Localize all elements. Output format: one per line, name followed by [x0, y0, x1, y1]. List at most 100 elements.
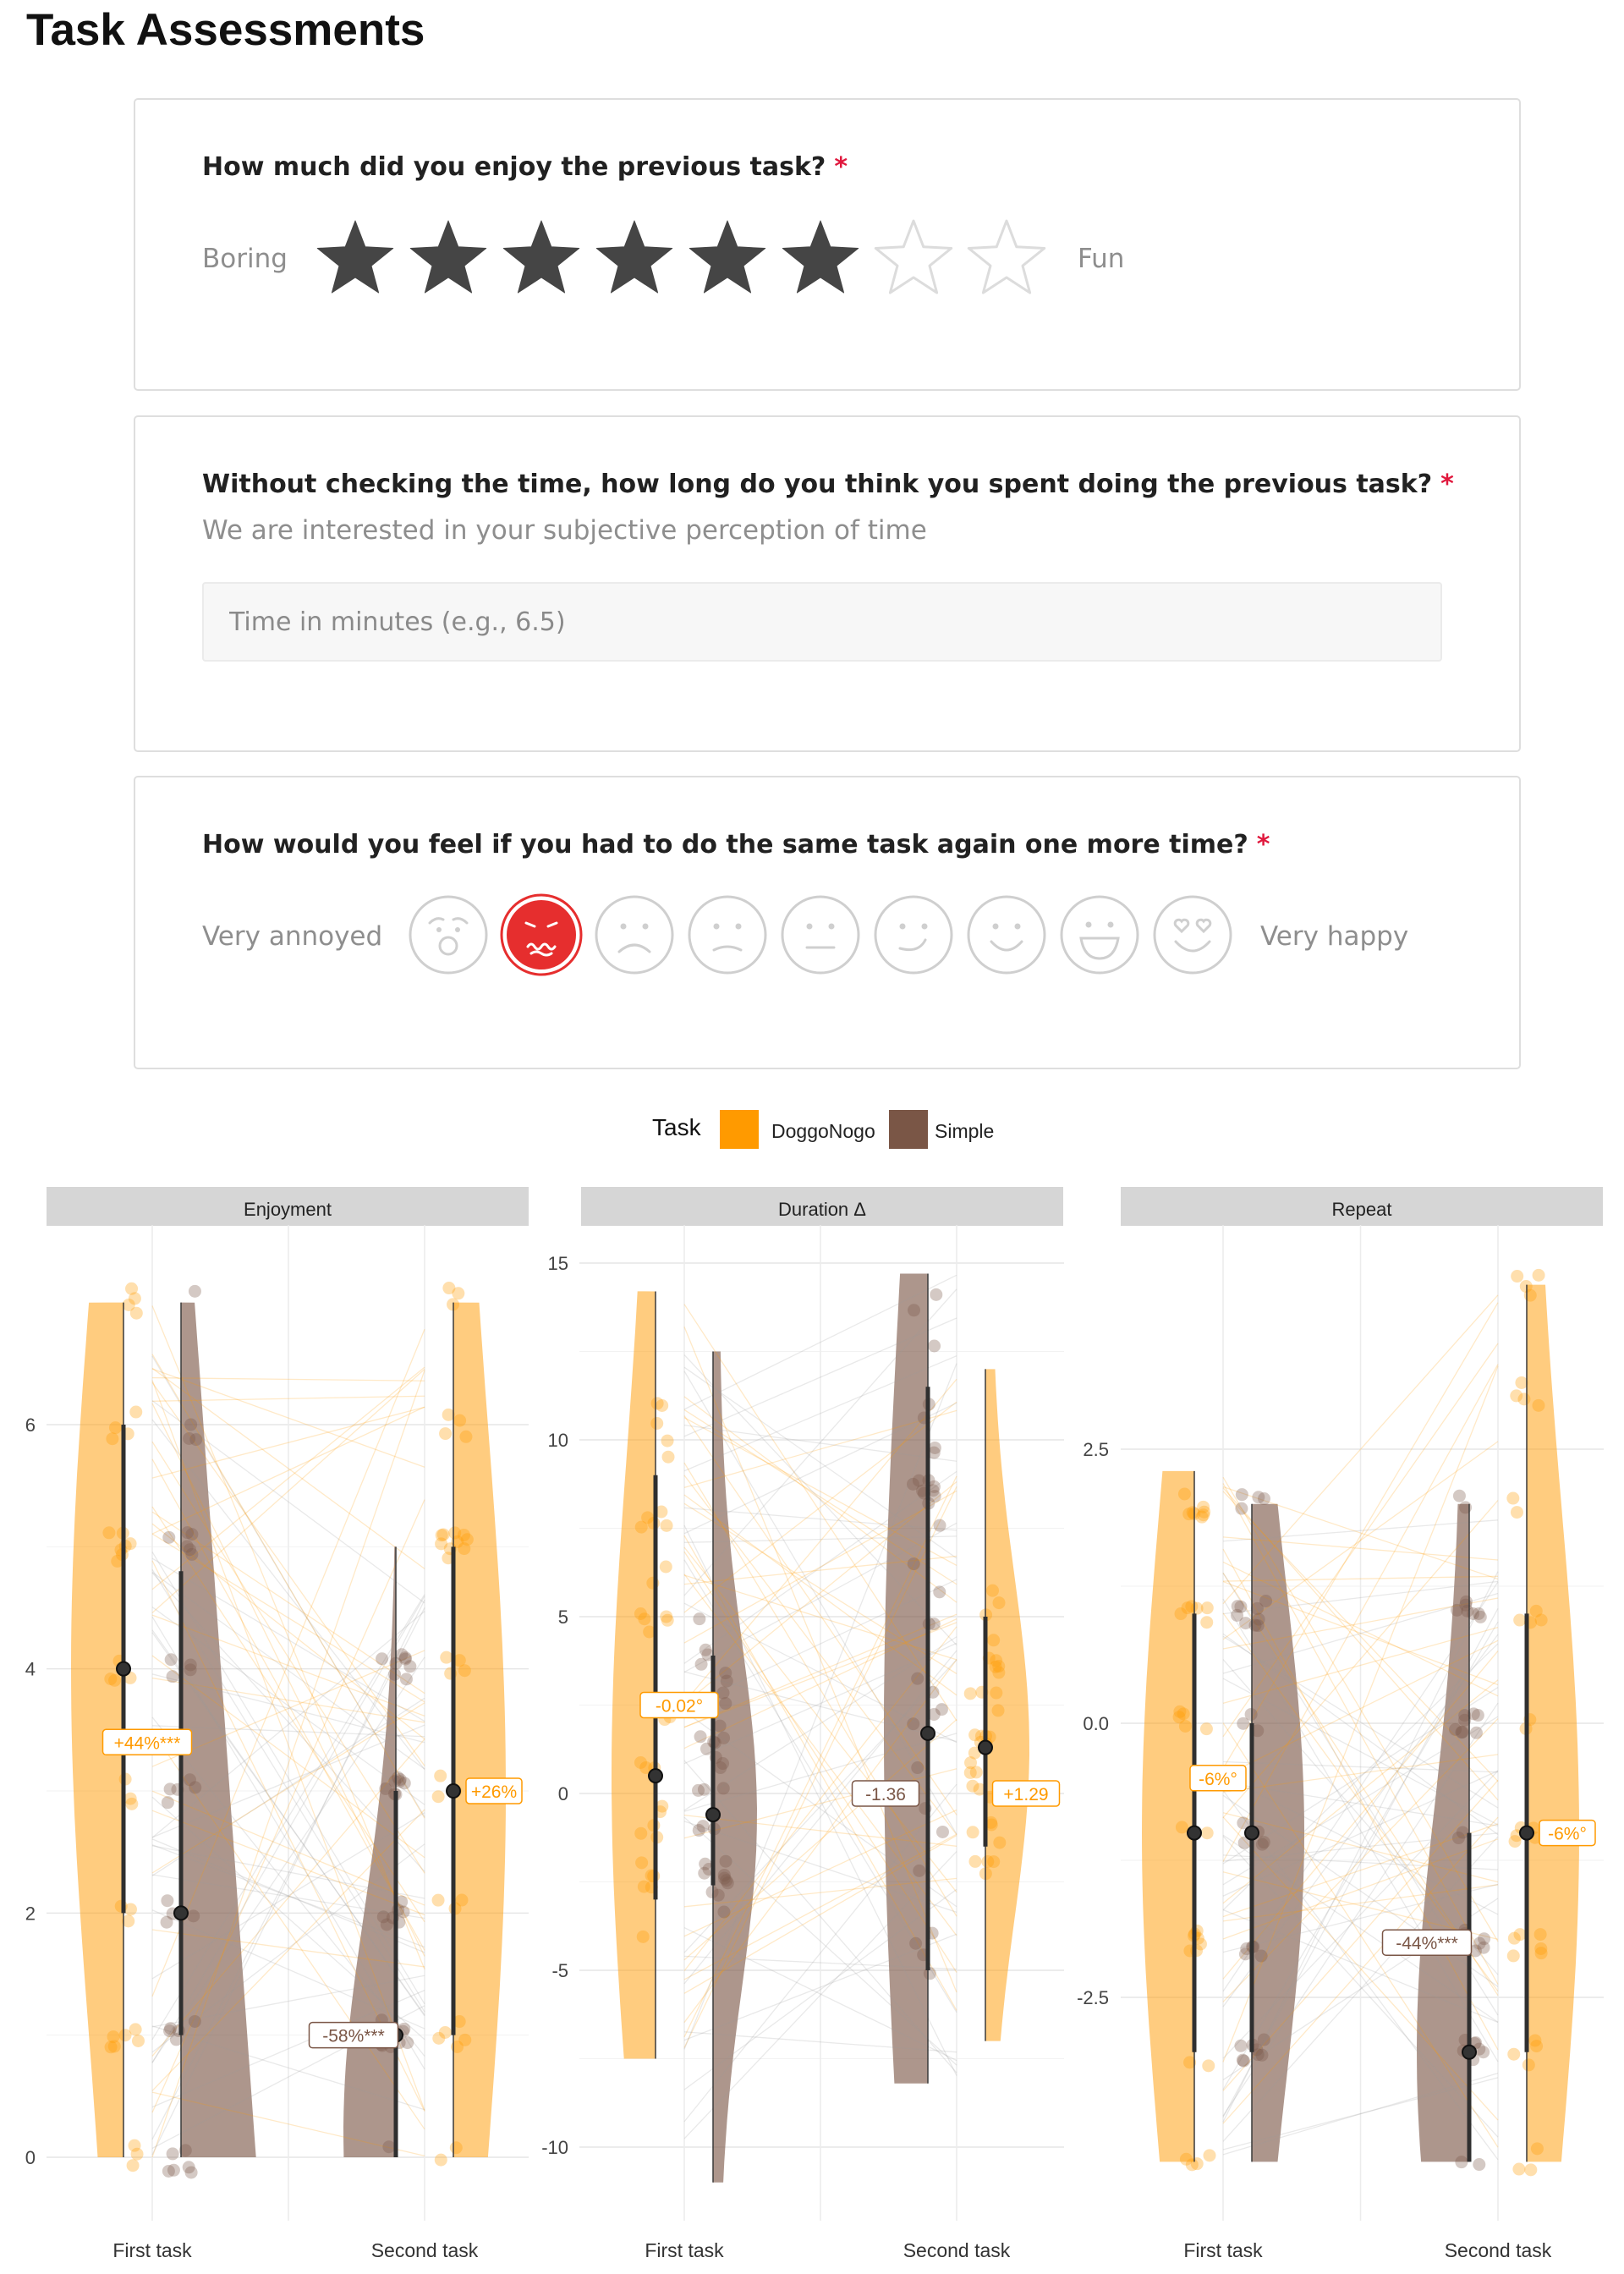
data-point — [1473, 2158, 1486, 2172]
star-filled-icon[interactable] — [409, 220, 487, 294]
repeat-right-label: Very happy — [1260, 921, 1409, 952]
data-point — [1257, 2033, 1270, 2046]
data-point — [449, 2141, 463, 2155]
shocked-face-icon[interactable] — [409, 895, 488, 975]
data-point — [661, 1434, 674, 1447]
data-point — [431, 1790, 445, 1804]
star-empty-icon[interactable] — [967, 219, 1046, 294]
data-point — [104, 1673, 118, 1686]
median-point — [116, 1661, 131, 1677]
duration-description: We are interested in your subjective per… — [202, 515, 927, 546]
data-point — [439, 1427, 453, 1441]
data-point — [935, 1825, 949, 1838]
data-point — [131, 2034, 145, 2047]
data-point — [1235, 1488, 1248, 1502]
data-point — [1175, 1821, 1188, 1834]
y-tick-label: 4 — [25, 1659, 36, 1680]
required-mark: * — [1256, 830, 1270, 860]
star-filled-icon[interactable] — [689, 220, 766, 294]
legend-swatch-simple — [889, 1110, 928, 1149]
star-filled-icon[interactable] — [502, 220, 580, 294]
data-point — [162, 2164, 175, 2178]
data-point — [448, 1526, 462, 1540]
data-point — [1473, 1610, 1487, 1623]
y-tick-label: 2.5 — [1083, 1439, 1109, 1460]
enjoyment-question-card: How much did you enjoy the previous task… — [134, 98, 1521, 391]
distressed-face-icon[interactable] — [500, 893, 583, 976]
data-point — [714, 1761, 727, 1775]
median-point — [705, 1807, 721, 1823]
data-point — [1473, 1936, 1486, 1950]
panel-duration: Duration Δ 15 10 5 0 -5 -10 First task Second ta… — [541, 1187, 1064, 2261]
annotation-text: +1.29 — [1003, 1785, 1048, 1804]
chart-legend: Task DoggoNogo Simple — [652, 1110, 994, 1149]
data-point — [1199, 1722, 1213, 1736]
data-point — [434, 1769, 447, 1782]
annotation-text: -6%° — [1199, 1770, 1237, 1789]
data-point — [1258, 1492, 1271, 1506]
data-point — [403, 1660, 417, 1673]
data-point — [659, 1560, 672, 1574]
annotation-label: -6%° — [1189, 1765, 1247, 1792]
data-point — [1185, 1600, 1199, 1613]
smirk-face-icon[interactable] — [874, 895, 953, 975]
median-point — [1462, 2044, 1477, 2060]
smile-face-icon[interactable] — [967, 895, 1046, 975]
data-point — [126, 2159, 140, 2172]
time-minutes-input[interactable] — [202, 582, 1442, 662]
data-point — [164, 1653, 178, 1667]
data-point — [1251, 1619, 1265, 1633]
data-point — [696, 1820, 710, 1833]
median-point — [1244, 1825, 1259, 1841]
page-title: Task Assessments — [26, 5, 425, 55]
data-point — [656, 1799, 669, 1813]
y-tick-label: -10 — [541, 2137, 568, 2158]
sad-face-icon[interactable] — [595, 895, 674, 975]
violin-doggonogo-second — [985, 1369, 1029, 2041]
data-point — [440, 1651, 453, 1664]
median-point — [920, 1725, 935, 1741]
data-point — [455, 1893, 469, 1907]
data-point — [1195, 1510, 1209, 1524]
data-point — [118, 2029, 132, 2042]
data-point — [933, 1585, 946, 1599]
data-point — [130, 2147, 144, 2161]
data-point — [1506, 1949, 1520, 1963]
star-empty-icon[interactable] — [874, 219, 953, 294]
star-filled-icon[interactable] — [782, 220, 859, 294]
data-point — [719, 1697, 732, 1711]
data-point — [930, 1288, 943, 1301]
data-point — [1452, 1489, 1466, 1502]
annotation-label: +44%*** — [102, 1728, 193, 1756]
data-point — [1510, 1506, 1523, 1519]
data-point — [189, 1781, 202, 1794]
star-filled-icon[interactable] — [316, 220, 394, 294]
data-point — [1469, 1726, 1483, 1739]
y-tick-label: 2 — [25, 1903, 36, 1924]
grin-face-icon[interactable] — [1060, 895, 1139, 975]
data-point — [909, 1936, 923, 1950]
love-face-icon[interactable] — [1153, 895, 1232, 975]
data-point — [1254, 1949, 1268, 1963]
data-point — [1179, 2152, 1193, 2166]
face-rating[interactable] — [406, 893, 1243, 977]
enjoyment-question: How much did you enjoy the previous task… — [202, 152, 848, 182]
data-point — [913, 1864, 926, 1877]
data-point — [992, 1596, 1006, 1610]
data-point — [907, 1557, 920, 1571]
data-point — [172, 2024, 185, 2038]
repeat-left-label: Very annoyed — [202, 921, 383, 952]
data-point — [717, 1905, 731, 1919]
data-point — [108, 1421, 122, 1435]
data-point — [693, 1612, 706, 1626]
neutral-face-icon[interactable] — [781, 895, 860, 975]
annotation-label: -44%*** — [1381, 1929, 1473, 1956]
data-point — [1534, 1947, 1548, 1960]
frown-face-icon[interactable] — [688, 895, 767, 975]
data-point — [928, 1339, 941, 1353]
data-point — [1235, 1502, 1248, 1515]
star-rating[interactable] — [315, 218, 1059, 299]
data-point — [1513, 1613, 1527, 1627]
median-point — [1187, 1825, 1202, 1841]
star-filled-icon[interactable] — [595, 220, 673, 294]
